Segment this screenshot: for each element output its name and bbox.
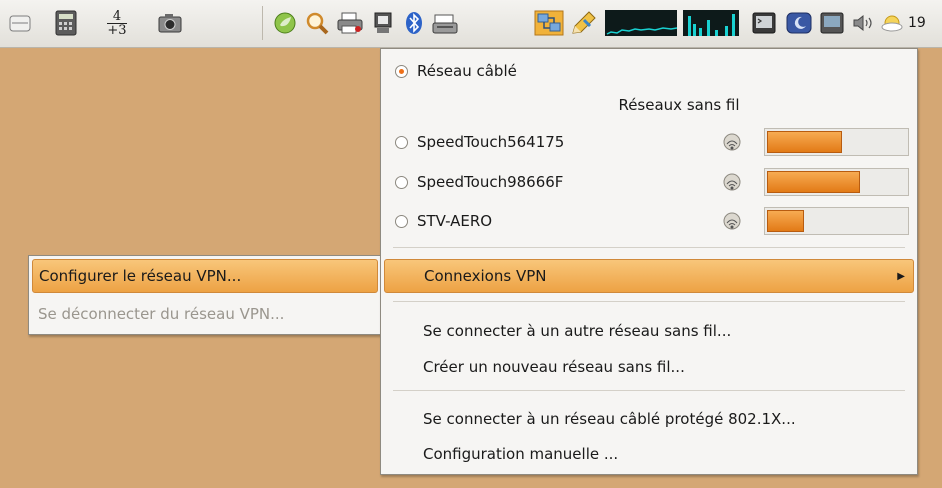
connect-other-wireless-label: Se connecter à un autre réseau sans fil.… (423, 322, 732, 340)
notes-icon[interactable] (370, 8, 396, 38)
vpn-submenu: Configurer le réseau VPN... Se déconnect… (28, 255, 382, 335)
network-menu: Réseau câblé Réseaux sans fil SpeedTouch… (380, 48, 918, 475)
screenshot-camera-icon[interactable] (155, 8, 185, 38)
create-new-wireless-item[interactable]: Créer un nouveau réseau sans fil... (381, 349, 917, 385)
manual-configuration-label: Configuration manuelle ... (423, 445, 619, 463)
network-radio[interactable] (395, 135, 408, 149)
calculator-icon[interactable] (52, 8, 80, 38)
wireless-header: Réseaux sans fil (381, 87, 917, 123)
clock-fragment[interactable]: 19 (908, 8, 942, 38)
network-load-monitor-icon[interactable] (682, 8, 740, 38)
panel-separator (262, 6, 263, 40)
vpn-connections-label: Connexions VPN (424, 267, 547, 285)
wireless-header-label: Réseaux sans fil (618, 96, 740, 114)
pencil-edit-icon[interactable] (568, 8, 600, 38)
fraction-bottom: +3 (107, 22, 127, 38)
signal-strength-fill (767, 171, 861, 193)
terminal-icon[interactable] (750, 8, 778, 38)
network-manager-icon[interactable] (532, 8, 566, 38)
home-folder-icon[interactable] (6, 8, 34, 38)
connect-8021x-label: Se connecter à un réseau câblé protégé 8… (423, 410, 796, 428)
menu-separator (393, 301, 905, 302)
fraction-top: 4 (112, 8, 122, 24)
wired-label: Réseau câblé (417, 62, 517, 80)
wired-network-item[interactable]: Réseau câblé (381, 53, 917, 89)
network-radio[interactable] (395, 175, 408, 189)
network-item[interactable]: STV-AERO (381, 203, 917, 239)
network-radio[interactable] (395, 214, 408, 228)
volume-icon[interactable] (850, 8, 876, 38)
network-item[interactable]: SpeedTouch98666F (381, 164, 917, 200)
weather-cloud-icon[interactable] (878, 8, 906, 38)
wireless-signal-icon (721, 131, 743, 153)
signal-strength-fill (767, 210, 805, 232)
disconnect-vpn-label: Se déconnecter du réseau VPN... (38, 305, 285, 323)
disconnect-vpn-item[interactable]: Se déconnecter du réseau VPN... (29, 296, 381, 332)
scanner-icon[interactable] (430, 8, 460, 38)
signal-strength-bar (764, 128, 909, 156)
signal-strength-fill (767, 131, 842, 153)
moon-system-icon[interactable] (784, 8, 814, 38)
search-icon[interactable] (302, 8, 332, 38)
connect-8021x-item[interactable]: Se connecter à un réseau câblé protégé 8… (381, 401, 917, 437)
network-name: SpeedTouch564175 (417, 133, 565, 151)
network-name: SpeedTouch98666F (417, 173, 564, 191)
wireless-signal-icon (721, 210, 743, 232)
submenu-arrow-icon: ▶ (897, 270, 905, 282)
create-new-wireless-label: Créer un nouveau réseau sans fil... (423, 358, 685, 376)
top-panel: 4 +3 19 (0, 0, 942, 48)
bluetooth-icon[interactable] (402, 8, 426, 38)
configure-vpn-label: Configurer le réseau VPN... (39, 267, 242, 285)
configure-vpn-item[interactable]: Configurer le réseau VPN... (32, 259, 378, 293)
signal-strength-bar (764, 207, 909, 235)
menu-separator (393, 247, 905, 248)
manual-configuration-item[interactable]: Configuration manuelle ... (381, 436, 917, 472)
printer-icon[interactable] (334, 8, 366, 38)
network-item[interactable]: SpeedTouch564175 (381, 124, 917, 160)
vpn-connections-item[interactable]: Connexions VPN ▶ (384, 259, 914, 293)
device-icon[interactable] (818, 8, 846, 38)
menu-separator (393, 390, 905, 391)
network-name: STV-AERO (417, 212, 493, 230)
connect-other-wireless-item[interactable]: Se connecter à un autre réseau sans fil.… (381, 313, 917, 349)
leaf-app-icon[interactable] (270, 8, 300, 38)
wireless-signal-icon (721, 171, 743, 193)
fraction-icon[interactable]: 4 +3 (100, 8, 134, 38)
signal-strength-bar (764, 168, 909, 196)
cpu-monitor-icon[interactable] (604, 8, 678, 38)
wired-radio[interactable] (395, 64, 408, 78)
